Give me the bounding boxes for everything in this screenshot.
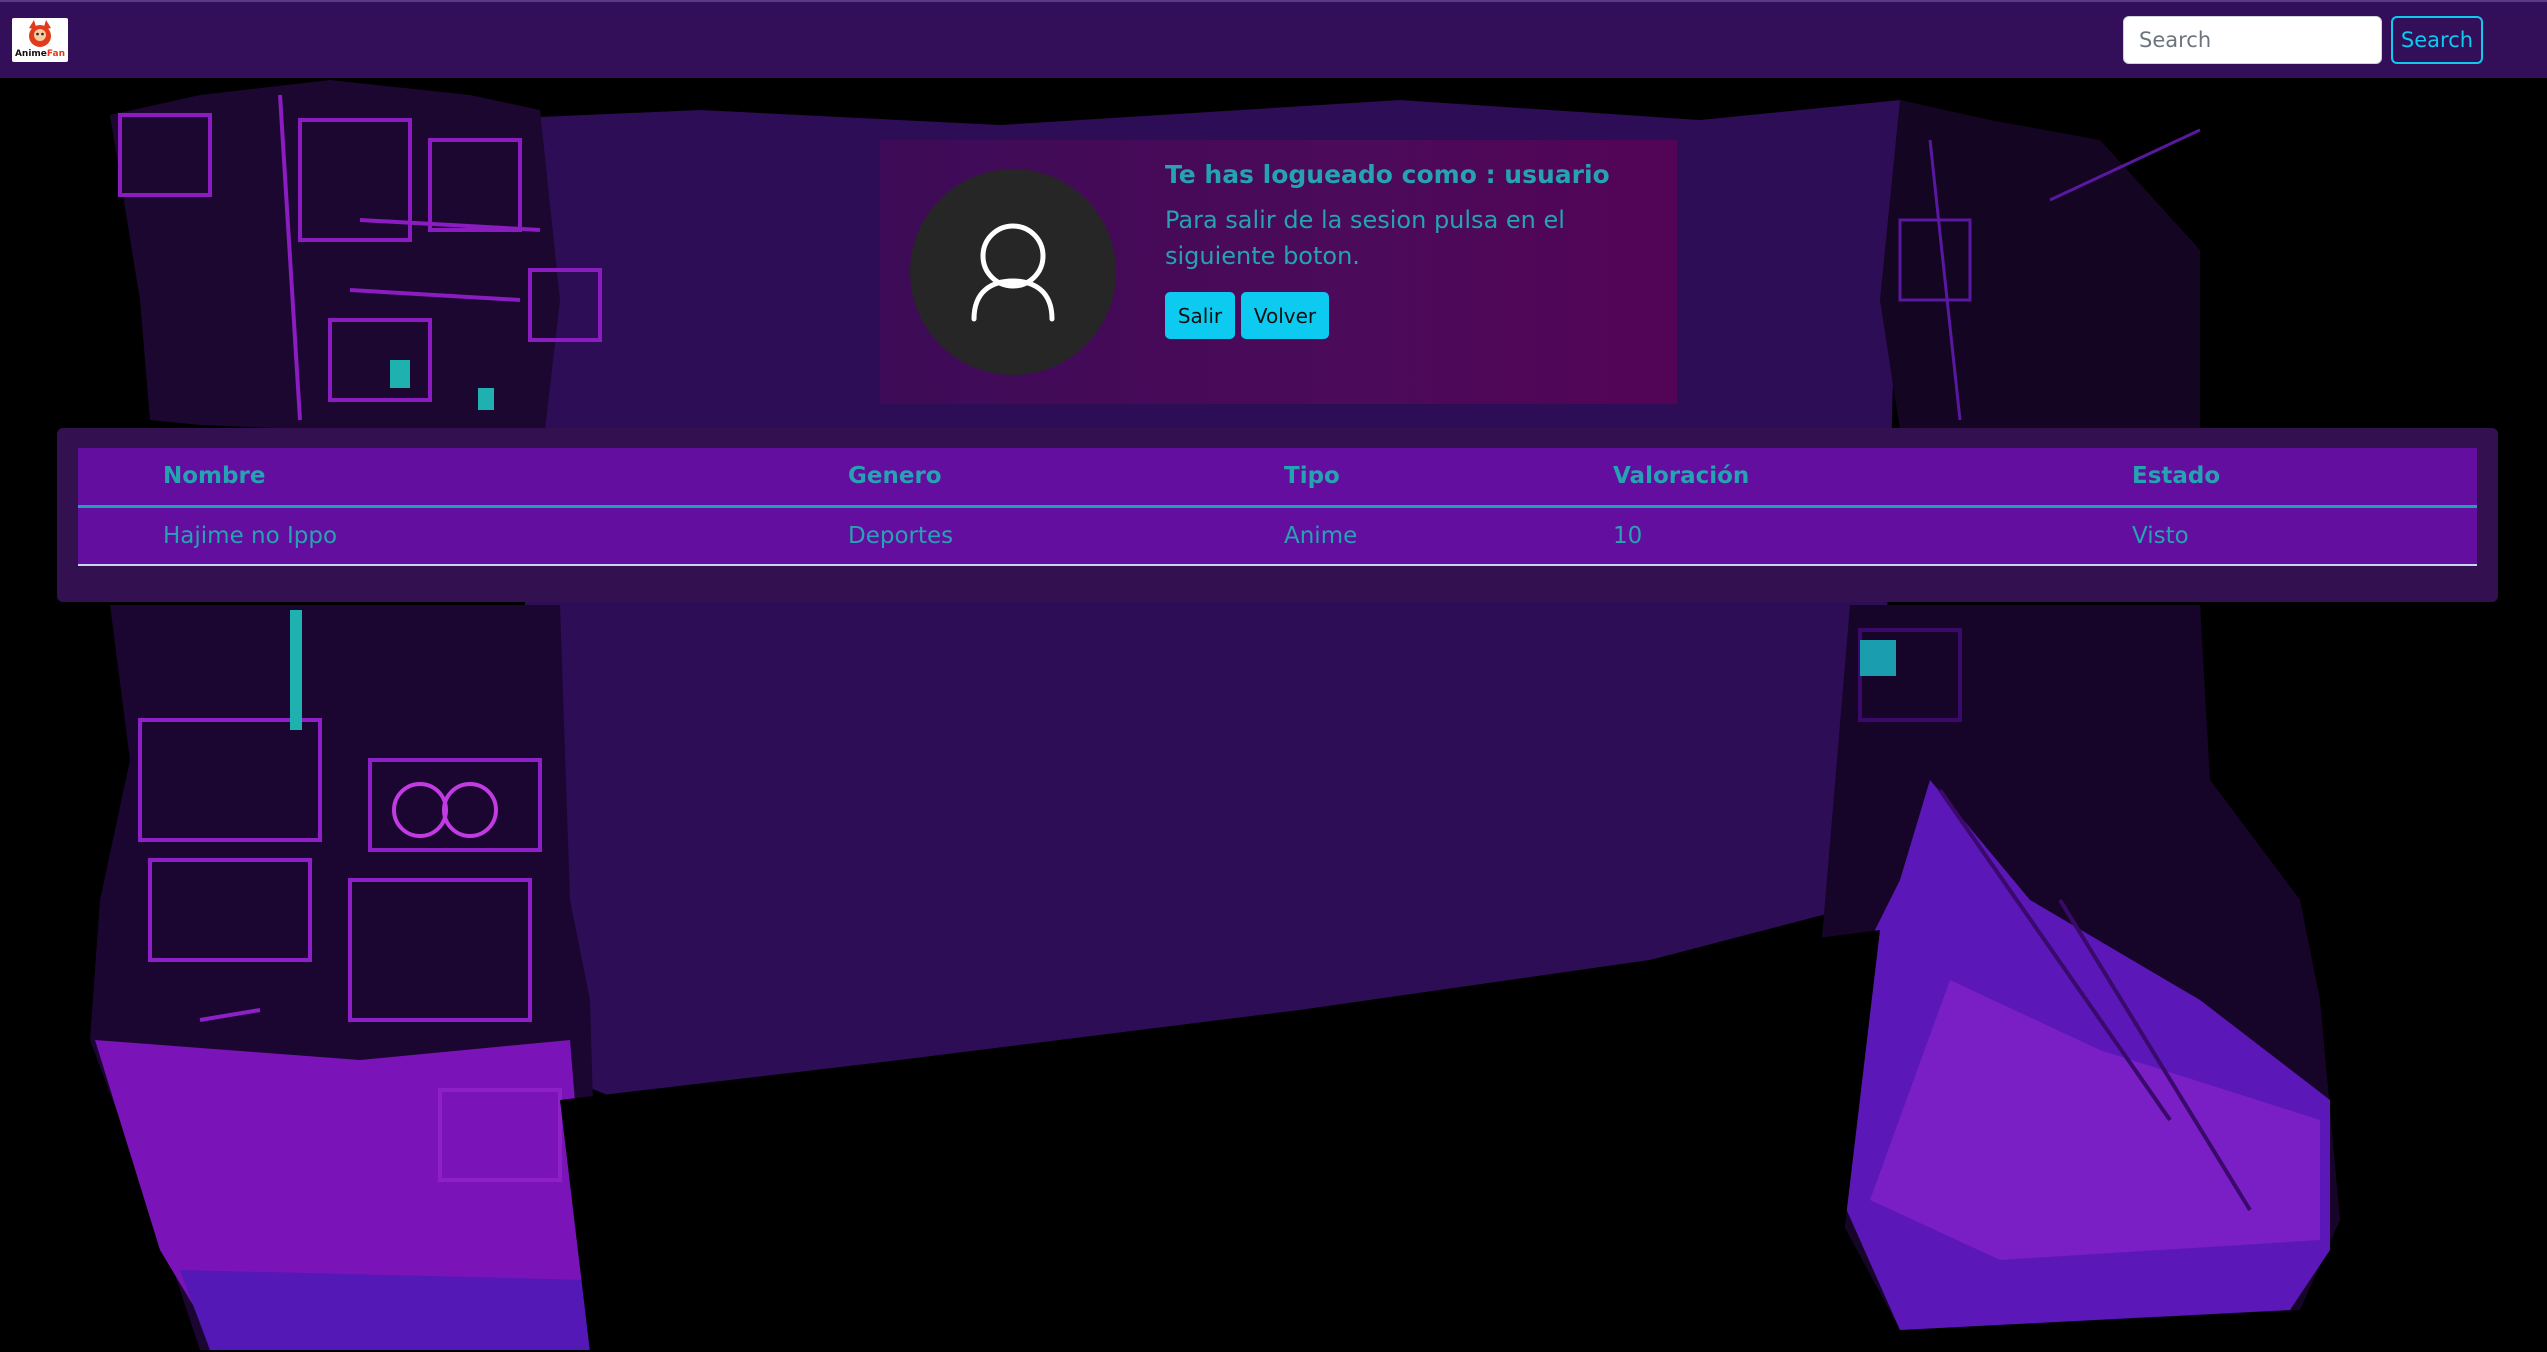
app-logo[interactable]: AnimeFan — [12, 18, 68, 62]
column-header-valoracion[interactable]: Valoración — [1613, 448, 1749, 505]
search-button[interactable]: Search — [2391, 16, 2483, 64]
column-header-nombre[interactable]: Nombre — [163, 448, 265, 505]
cell-genero: Deportes — [848, 523, 954, 549]
login-status-title: Te has logueado como : usuario — [1165, 160, 1610, 189]
anime-table: Nombre Genero Tipo Valoración Estado Haj… — [78, 448, 2477, 566]
cell-valoracion: 10 — [1613, 523, 1643, 549]
user-icon — [971, 223, 1055, 322]
search-input[interactable] — [2123, 16, 2382, 64]
column-header-estado[interactable]: Estado — [2132, 448, 2220, 505]
column-header-tipo[interactable]: Tipo — [1284, 448, 1340, 505]
cell-estado: Visto — [2132, 523, 2189, 549]
cell-nombre: Hajime no Ippo — [163, 523, 338, 549]
table-row[interactable]: Hajime no Ippo Deportes Anime 10 Visto — [78, 508, 2477, 566]
profile-card: Te has logueado como : usuario Para sali… — [880, 140, 1677, 404]
logout-instructions: Para salir de la sesion pulsa en el sigu… — [1165, 206, 1565, 270]
logo-mascot-icon — [29, 20, 51, 47]
column-header-genero[interactable]: Genero — [848, 448, 942, 505]
back-button[interactable]: Volver — [1241, 292, 1329, 339]
top-navbar: AnimeFan Search — [0, 0, 2547, 78]
cell-tipo: Anime — [1284, 523, 1358, 549]
table-header-row: Nombre Genero Tipo Valoración Estado — [78, 448, 2477, 508]
logout-button[interactable]: Salir — [1165, 292, 1235, 339]
anime-list-panel: Nombre Genero Tipo Valoración Estado Haj… — [57, 428, 2498, 602]
avatar — [910, 169, 1116, 375]
logo-text: AnimeFan — [14, 49, 66, 59]
